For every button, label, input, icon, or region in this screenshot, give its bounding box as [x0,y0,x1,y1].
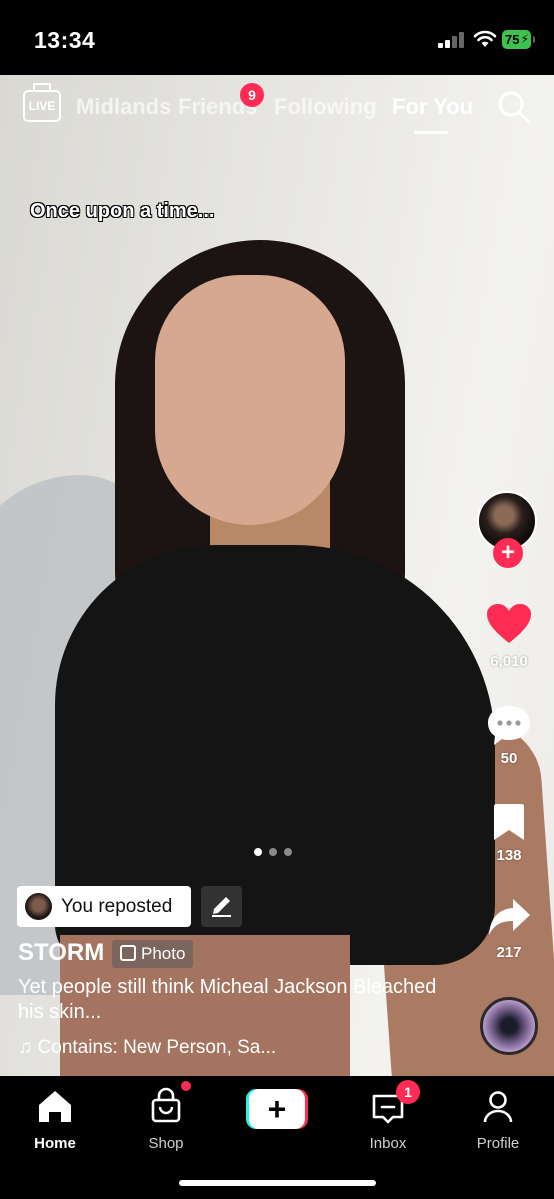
music-label: Contains: New Person, Sa... [37,1037,277,1058]
post-description[interactable]: Yet people still think Micheal Jackson B… [18,975,438,1025]
photo-carousel-dots [254,843,299,861]
nav-shop-label: Shop [148,1135,184,1152]
carousel-dot-active [254,848,262,856]
cellular-signal-icon [438,32,466,48]
battery-level: 75 [505,32,520,47]
carousel-dot [269,848,277,856]
nav-inbox-label: Inbox [369,1135,407,1152]
wifi-icon [473,30,497,47]
friends-badge: 9 [240,83,264,107]
comment-count: 50 [500,750,518,767]
status-bar: 13:34 75 ⚡ [0,0,554,75]
like-heart-icon[interactable] [486,603,532,645]
tab-following[interactable]: Following [274,94,377,120]
photo-type-tag: Photo [112,940,194,968]
top-navigation: LIVE Midlands Friends 9 Following For Yo… [0,80,554,140]
live-icon[interactable]: LIVE [23,90,61,122]
nav-profile[interactable]: Profile [458,1086,538,1152]
photo-type-label: Photo [141,944,186,963]
reposted-chip[interactable]: You reposted [17,886,191,927]
follow-button[interactable]: + [493,538,523,568]
share-arrow-icon[interactable] [487,897,531,937]
nav-shop[interactable]: Shop [126,1086,206,1152]
carousel-dot [284,848,292,856]
shopping-bag-icon [151,1087,181,1123]
comment-icon[interactable] [486,704,532,746]
bookmark-icon[interactable] [492,802,526,842]
charging-bolt-icon: ⚡ [520,32,529,46]
active-tab-indicator [414,131,448,134]
plus-icon: + [249,1089,305,1129]
shop-notification-dot [181,1081,191,1091]
nav-profile-label: Profile [476,1135,520,1152]
tab-midlands[interactable]: Midlands [76,94,171,120]
reposted-label: You reposted [61,896,173,917]
pencil-icon [212,897,231,917]
photo-overlay-text: Once upon a time... [30,200,215,222]
home-indicator[interactable] [179,1180,376,1186]
battery-indicator: 75 ⚡ [502,30,535,49]
share-count: 217 [496,944,522,961]
music-info[interactable]: ♫ Contains: New Person, Sa... [18,1037,276,1059]
profile-person-icon [483,1091,513,1123]
search-icon[interactable] [497,90,531,124]
nav-home-label: Home [34,1135,76,1152]
status-time: 13:34 [34,27,96,53]
create-post-button[interactable]: + [246,1089,308,1129]
photo-icon [120,945,136,961]
creator-username[interactable]: STORM [18,939,104,967]
like-count: 6,010 [490,653,528,670]
sound-disc[interactable] [480,997,538,1055]
reposter-avatar [25,893,52,920]
edit-repost-button[interactable] [201,886,242,927]
home-icon [39,1091,71,1122]
tab-for-you[interactable]: For You [392,94,473,120]
nav-home[interactable]: Home [15,1086,95,1152]
inbox-badge: 1 [396,1080,420,1104]
music-note-icon: ♫ [18,1037,33,1058]
save-count: 138 [496,847,522,864]
